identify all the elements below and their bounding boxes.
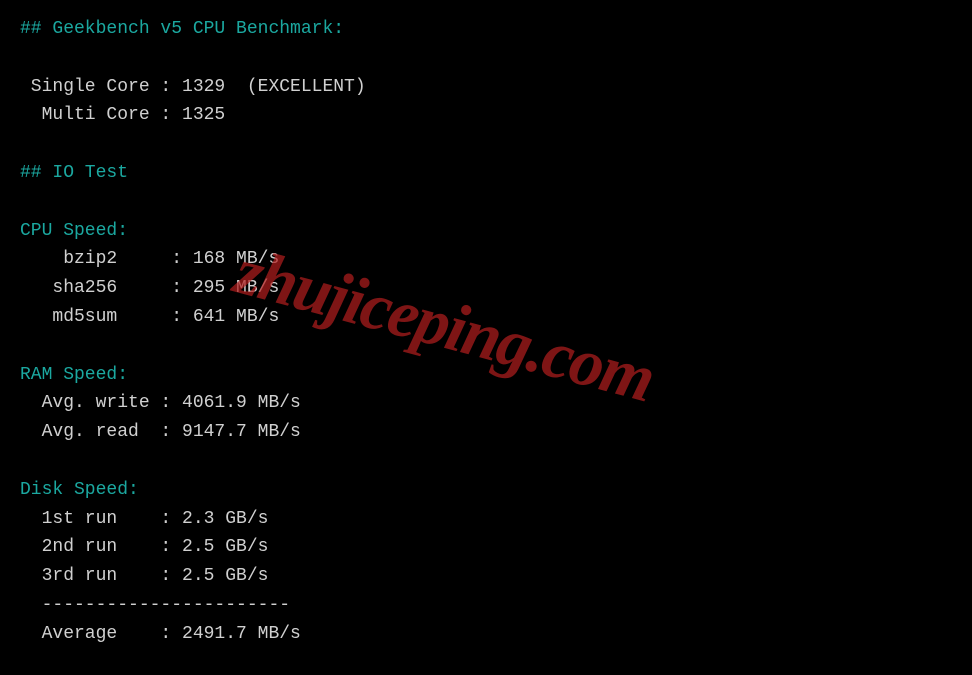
ram-write-line: Avg. write : 4061.9 MB/s xyxy=(20,393,301,413)
ram-read-line: Avg. read : 9147.7 MB/s xyxy=(20,422,301,442)
disk-run2-line: 2nd run : 2.5 GB/s xyxy=(20,537,268,557)
cpu-speed-heading: CPU Speed: xyxy=(20,221,128,241)
single-core-line: Single Core : 1329 (EXCELLENT) xyxy=(20,77,366,97)
ram-speed-heading: RAM Speed: xyxy=(20,365,128,385)
multi-core-line: Multi Core : 1325 xyxy=(20,105,225,125)
bzip2-line: bzip2 : 168 MB/s xyxy=(20,249,279,269)
disk-run3-line: 3rd run : 2.5 GB/s xyxy=(20,566,268,586)
disk-average-line: Average : 2491.7 MB/s xyxy=(20,624,301,644)
sha256-line: sha256 : 295 MB/s xyxy=(20,278,279,298)
md5sum-line: md5sum : 641 MB/s xyxy=(20,307,279,327)
geekbench-heading: ## Geekbench v5 CPU Benchmark: xyxy=(20,19,344,39)
disk-run1-line: 1st run : 2.3 GB/s xyxy=(20,509,268,529)
terminal-output: ## Geekbench v5 CPU Benchmark: Single Co… xyxy=(20,15,952,649)
disk-divider-line: ----------------------- xyxy=(20,595,290,615)
disk-speed-heading: Disk Speed: xyxy=(20,480,139,500)
iotest-heading: ## IO Test xyxy=(20,163,128,183)
